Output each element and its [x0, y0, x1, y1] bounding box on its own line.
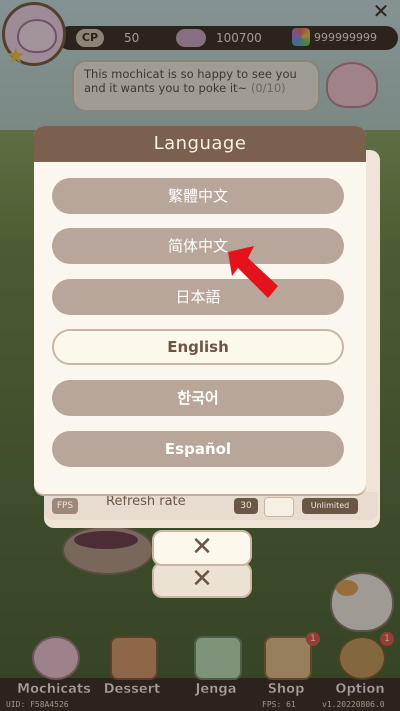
language-option-traditional-chinese[interactable]: 繁體中文: [52, 178, 344, 214]
refresh-rate-unlimited[interactable]: Unlimited: [302, 498, 358, 514]
refresh-rate-selector[interactable]: [264, 497, 294, 517]
refresh-rate-row: FPS Refresh rate 30 Unlimited: [44, 492, 378, 520]
refresh-rate-label: Refresh rate: [106, 494, 186, 509]
language-option-japanese[interactable]: 日本語: [52, 279, 344, 315]
red-arrow-icon: [228, 246, 278, 298]
language-option-korean[interactable]: 한국어: [52, 380, 344, 416]
language-dialog-title: Language: [34, 126, 366, 162]
language-option-spanish[interactable]: Español: [52, 431, 344, 467]
refresh-rate-30[interactable]: 30: [234, 498, 258, 514]
language-option-english[interactable]: English: [52, 329, 344, 365]
close-settings-button[interactable]: ✕: [152, 562, 252, 598]
fps-tag: FPS: [52, 498, 78, 514]
close-language-button[interactable]: ✕: [152, 530, 252, 566]
language-option-simplified-chinese[interactable]: 简体中文: [52, 228, 344, 264]
